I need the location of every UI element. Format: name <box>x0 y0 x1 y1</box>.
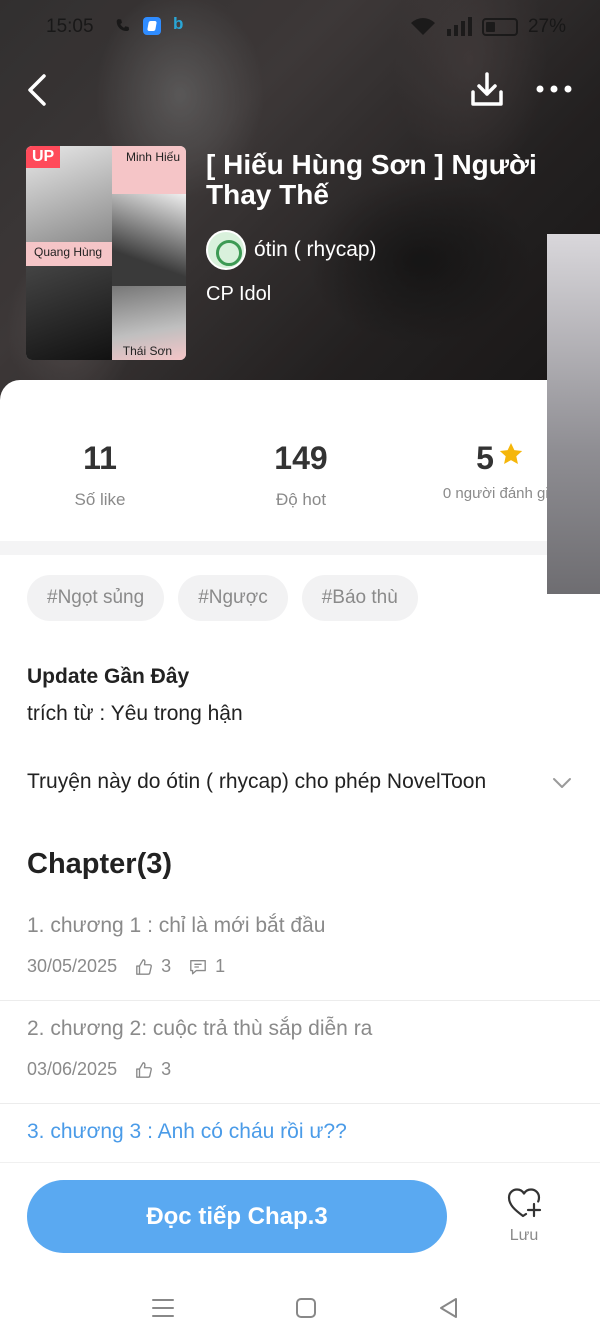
hot-score: 149 <box>274 440 328 476</box>
hot-score-label: Độ hot <box>275 490 327 509</box>
chapter-like-count: 3 <box>161 956 172 976</box>
rating-value: 5 <box>476 440 494 476</box>
back-triangle-icon[interactable] <box>436 1295 462 1321</box>
chapter-list: 1. chương 1 : chỉ là mới bắt đầu 30/05/2… <box>0 898 600 1207</box>
side-panel-preview[interactable] <box>547 234 600 594</box>
chapter-like-count: 3 <box>161 1059 172 1079</box>
bottom-action-bar: Đọc tiếp Chap.3 Lưu <box>0 1163 600 1273</box>
permission-notice[interactable]: Truyện này do ótin ( rhycap) cho phép No… <box>27 770 547 794</box>
cover-caption: Minh Hiếu <box>125 150 180 164</box>
recent-update-excerpt: trích từ : Yêu trong hận <box>27 702 243 725</box>
chevron-down-icon[interactable] <box>551 773 573 793</box>
tag-chip[interactable]: #Ngọt sủng <box>27 575 165 621</box>
chapter-title: 2. chương 2: cuộc trả thù sắp diễn ra <box>27 1017 373 1040</box>
continue-reading-button[interactable]: Đọc tiếp Chap.3 <box>27 1180 447 1253</box>
thumbs-up-icon <box>136 958 153 975</box>
chapter-date: 03/06/2025 <box>27 1059 118 1079</box>
author-avatar <box>206 230 246 270</box>
status-indicators: 27% <box>410 16 566 38</box>
like-count-stat: 11 Số like <box>20 440 180 510</box>
chapter-item[interactable]: 1. chương 1 : chỉ là mới bắt đầu 30/05/2… <box>0 898 600 1001</box>
home-icon[interactable] <box>293 1295 319 1321</box>
heart-add-icon <box>507 1188 542 1218</box>
tag-chip[interactable]: #Báo thù <box>301 575 418 621</box>
more-options-button[interactable] <box>534 74 574 104</box>
menu-icon[interactable] <box>150 1295 176 1321</box>
chapter-title: 1. chương 1 : chỉ là mới bắt đầu <box>27 914 326 937</box>
like-count-label: Số like <box>74 490 126 509</box>
author-name: ótin ( rhycap) <box>254 238 377 261</box>
tag-chip[interactable]: #Ngược <box>178 575 288 621</box>
app-notification-icon: b <box>173 14 184 33</box>
like-count: 11 <box>83 440 117 476</box>
system-navigation-bar <box>0 1273 600 1343</box>
app-notification-icon <box>143 17 161 35</box>
chapter-date: 30/05/2025 <box>27 956 118 976</box>
star-icon <box>499 442 523 464</box>
save-button[interactable]: Lưu <box>496 1185 552 1245</box>
phone-icon <box>116 19 130 32</box>
update-badge: UP <box>26 146 61 168</box>
comment-icon <box>190 959 206 974</box>
back-button[interactable] <box>22 70 56 110</box>
story-cover: UP Minh Hiếu Quang Hùng Thái Sơn <box>26 146 186 360</box>
cover-caption: Thái Sơn <box>122 344 172 358</box>
download-button[interactable] <box>468 70 506 110</box>
cover-caption: Quang Hùng <box>34 245 103 259</box>
status-bar: 15:05 b 27% <box>0 14 600 40</box>
chapter-comment-count: 1 <box>215 956 226 976</box>
chapter-list-heading: Chapter(3) <box>27 848 173 880</box>
battery-icon <box>481 18 518 36</box>
save-label: Lưu <box>509 1227 539 1244</box>
recent-update-heading: Update Gần Đây <box>27 665 190 688</box>
cover-photo <box>26 266 112 360</box>
thumbs-up-icon <box>136 1061 153 1078</box>
stats-row: 11 Số like 149 Độ hot 5 0 người đánh giá <box>0 430 600 540</box>
signal-icon <box>446 17 472 36</box>
chapter-item[interactable]: 2. chương 2: cuộc trả thù sắp diễn ra 03… <box>0 1001 600 1104</box>
chapter-title: 3. chương 3 : Anh có cháu rồi ư?? <box>27 1120 347 1143</box>
cover-photo <box>112 194 186 286</box>
battery-percent: 27% <box>527 16 566 37</box>
author-link[interactable]: ótin ( rhycap) <box>206 230 377 270</box>
section-divider <box>0 541 547 555</box>
wifi-icon <box>410 18 435 35</box>
hot-score-stat: 149 Độ hot <box>221 440 381 510</box>
chapter-meta: 03/06/2025 3 <box>27 1059 171 1080</box>
tag-list: #Ngọt sủng #Ngược #Báo thù <box>27 575 418 621</box>
story-category[interactable]: CP Idol <box>206 283 271 306</box>
chapter-meta: 30/05/2025 3 1 <box>27 956 225 977</box>
story-title: [ Hiếu Hùng Sơn ] Người Thay Thế <box>206 149 537 210</box>
status-time: 15:05 <box>46 16 94 37</box>
